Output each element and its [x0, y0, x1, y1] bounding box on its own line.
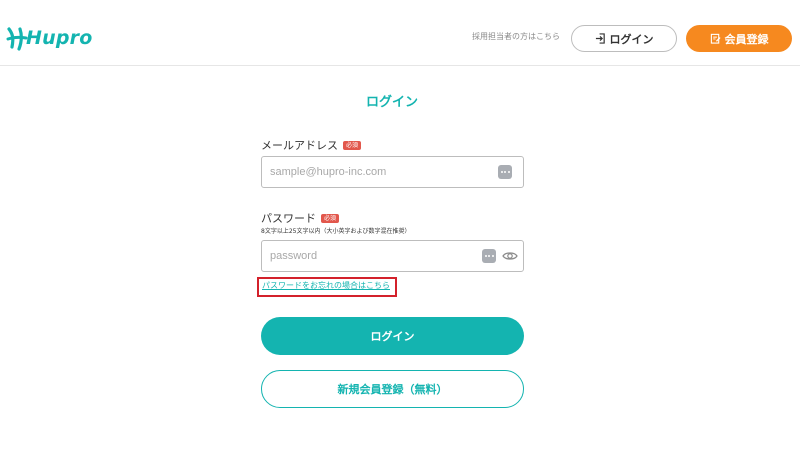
login-arrow-icon — [595, 33, 605, 44]
site-header: Hupro 採用担当者の方はこちら ログイン 会員登録 — [0, 0, 800, 66]
header-login-label: ログイン — [609, 32, 654, 46]
register-button[interactable]: 新規会員登録（無料） — [261, 370, 524, 408]
dots-menu-icon[interactable] — [498, 165, 512, 179]
dots-menu-icon[interactable] — [482, 249, 496, 263]
email-required-badge: 必須 — [343, 140, 362, 150]
password-label: パスワード — [261, 212, 316, 225]
email-label: メールアドレス — [261, 139, 338, 152]
edit-document-icon — [710, 33, 721, 44]
email-field[interactable] — [261, 156, 524, 188]
eye-icon[interactable] — [502, 249, 518, 263]
hupro-logo[interactable]: Hupro — [6, 22, 92, 54]
email-label-row: メールアドレス 必須 — [261, 137, 362, 153]
header-register-button[interactable]: 会員登録 — [686, 25, 792, 52]
highlight-box — [257, 277, 397, 297]
login-button[interactable]: ログイン — [261, 317, 524, 355]
logo-mark-icon — [6, 27, 28, 51]
email-input[interactable] — [270, 157, 470, 187]
page-title: ログイン — [365, 95, 418, 110]
password-required-badge: 必須 — [321, 213, 340, 223]
logo-text: Hupro — [26, 27, 93, 49]
password-input[interactable] — [270, 241, 470, 271]
header-register-label: 会員登録 — [724, 32, 769, 46]
password-field[interactable] — [261, 240, 524, 272]
header-login-button[interactable]: ログイン — [571, 25, 677, 52]
recruiter-link[interactable]: 採用担当者の方はこちら — [472, 31, 560, 42]
password-label-row: パスワード 必須 — [261, 210, 340, 226]
password-hint: 8文字以上25文字以内（大小英字および数字混在推奨） — [261, 228, 411, 235]
